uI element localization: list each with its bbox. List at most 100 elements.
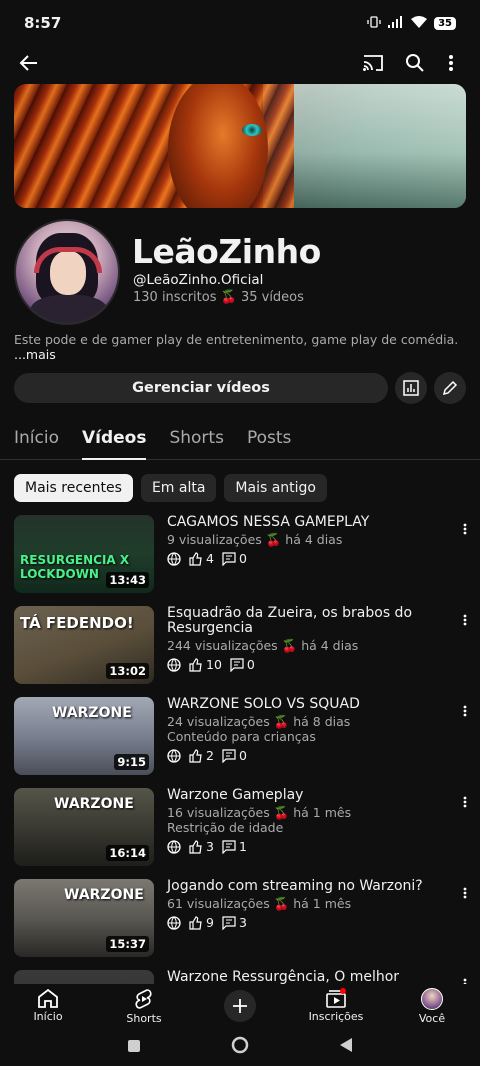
more-vert-icon xyxy=(463,523,467,535)
video-thumbnail[interactable]: RESURGENCIA X LOCKDOWN 13:43 xyxy=(14,515,154,593)
nav-create[interactable] xyxy=(200,984,280,1022)
video-list: RESURGENCIA X LOCKDOWN 13:43 CAGAMOS NES… xyxy=(0,512,480,984)
like-count: 10 xyxy=(206,657,222,672)
video-thumbnail[interactable]: WARZONE 16:14 xyxy=(14,788,154,866)
back-button[interactable] xyxy=(12,46,46,80)
video-row[interactable]: RESURGENCIA X LOCKDOWN 13:43 CAGAMOS NES… xyxy=(0,515,480,595)
you-avatar-icon xyxy=(421,988,443,1010)
video-meta: 244 visualizações 🍒 há 4 dias xyxy=(167,638,359,653)
video-menu-button[interactable] xyxy=(458,701,472,721)
status-bar: 8:57 35 xyxy=(0,0,480,46)
more-vert-icon xyxy=(463,796,467,808)
pencil-icon xyxy=(442,380,458,396)
edit-channel-button[interactable] xyxy=(434,372,466,404)
video-meta: 9 visualizações 🍒 há 4 dias xyxy=(167,532,343,547)
video-menu-button[interactable] xyxy=(458,974,472,984)
home-button[interactable] xyxy=(231,1036,249,1058)
more-vert-icon xyxy=(463,614,467,626)
video-menu-button[interactable] xyxy=(458,792,472,812)
video-info: Esquadrão da Zueira, os brabos do Resurg… xyxy=(167,606,452,673)
like-icon xyxy=(189,551,202,566)
chip-mais-antigo[interactable]: Mais antigo xyxy=(224,474,327,502)
channel-avatar[interactable] xyxy=(14,219,120,325)
video-menu-button[interactable] xyxy=(458,883,472,903)
comment-count: 3 xyxy=(238,915,247,930)
video-thumbnail[interactable] xyxy=(14,970,154,984)
chip-mais-recentes[interactable]: Mais recentes xyxy=(14,474,133,502)
video-row[interactable]: WARZONE 15:37 Jogando com streaming no W… xyxy=(0,879,480,959)
cast-icon xyxy=(363,55,383,71)
video-thumbnail[interactable]: TÁ FEDENDO! 13:02 xyxy=(14,606,154,684)
video-row[interactable]: TÁ FEDENDO! 13:02 Esquadrão da Zueira, o… xyxy=(0,606,480,686)
like-count: 9 xyxy=(206,915,214,930)
channel-tabs: Início Vídeos Shorts Posts xyxy=(0,418,480,460)
video-row[interactable]: WARZONE 9:15 WARZONE SOLO VS SQUAD 24 vi… xyxy=(0,697,480,777)
globe-icon xyxy=(167,551,181,566)
description-text: Este pode e de gamer play de entretenime… xyxy=(14,332,459,347)
video-stats: 4 0 xyxy=(167,551,452,566)
video-thumbnail[interactable]: WARZONE 9:15 xyxy=(14,697,154,775)
like-icon xyxy=(189,915,202,930)
tab-videos[interactable]: Vídeos xyxy=(81,418,147,460)
video-row[interactable]: WARZONE 16:14 Warzone Gameplay 16 visual… xyxy=(0,788,480,868)
nav-subscriptions[interactable]: Inscrições xyxy=(296,984,376,1023)
battery-icon: 35 xyxy=(434,16,456,30)
video-title[interactable]: WARZONE SOLO VS SQUAD xyxy=(167,697,452,712)
more-options-button[interactable] xyxy=(434,46,468,80)
create-icon xyxy=(233,999,247,1013)
recents-button[interactable] xyxy=(127,1038,141,1057)
channel-description[interactable]: Este pode e de gamer play de entretenime… xyxy=(14,332,466,362)
video-stats: 10 0 xyxy=(167,657,452,672)
like-icon xyxy=(189,839,202,854)
triangle-back-icon xyxy=(340,1038,352,1052)
like-icon xyxy=(189,748,202,763)
nav-you[interactable]: Você xyxy=(392,984,472,1025)
banner-lion-eye xyxy=(242,124,262,136)
video-title[interactable]: Jogando com streaming no Warzoni? xyxy=(167,879,452,894)
cast-button[interactable] xyxy=(356,46,390,80)
video-duration: 13:02 xyxy=(106,663,149,679)
video-thumbnail[interactable]: WARZONE 15:37 xyxy=(14,879,154,957)
comment-icon xyxy=(222,839,236,854)
analytics-button[interactable] xyxy=(395,372,427,404)
comment-count: 0 xyxy=(238,748,247,763)
search-icon xyxy=(406,54,424,72)
video-menu-button[interactable] xyxy=(458,519,472,539)
comment-count: 0 xyxy=(246,657,255,672)
video-title[interactable]: Esquadrão da Zueira, os brabos do Resurg… xyxy=(167,606,452,636)
thumbnail-text: TÁ FEDENDO! xyxy=(20,614,134,632)
like-count: 4 xyxy=(206,551,214,566)
search-button[interactable] xyxy=(398,46,432,80)
video-audience-flag: Conteúdo para crianças xyxy=(167,729,316,744)
thumbnail-text: WARZONE xyxy=(64,887,144,903)
create-button[interactable] xyxy=(224,990,256,1022)
comment-count: 0 xyxy=(238,551,247,566)
square-icon xyxy=(128,1039,140,1052)
globe-icon xyxy=(167,915,181,930)
back-system-button[interactable] xyxy=(339,1037,353,1057)
tab-shorts[interactable]: Shorts xyxy=(169,418,223,459)
channel-handle: @LeãoZinho.Oficial xyxy=(133,272,264,288)
video-title[interactable]: CAGAMOS NESSA GAMEPLAY xyxy=(167,515,452,530)
video-duration: 9:15 xyxy=(114,754,149,770)
video-duration: 16:14 xyxy=(106,845,149,861)
globe-icon xyxy=(167,839,181,854)
thumbnail-text: WARZONE xyxy=(54,796,134,812)
tab-posts[interactable]: Posts xyxy=(247,418,291,459)
chip-em-alta[interactable]: Em alta xyxy=(140,474,217,502)
video-title[interactable]: Warzone Gameplay xyxy=(167,788,452,803)
video-row[interactable]: Warzone Ressurgência, O melhor Squa... xyxy=(0,970,480,984)
shorts-icon xyxy=(135,989,152,1009)
nav-shorts[interactable]: Shorts xyxy=(104,984,184,1025)
more-vert-icon xyxy=(449,55,453,71)
nav-home[interactable]: Início xyxy=(8,984,88,1023)
description-more-link[interactable]: ...mais xyxy=(14,347,466,362)
manage-videos-button[interactable]: Gerenciar vídeos xyxy=(14,373,388,403)
tab-inicio[interactable]: Início xyxy=(14,418,59,459)
video-title[interactable]: Warzone Ressurgência, O melhor Squa... xyxy=(167,970,452,985)
nav-shorts-label: Shorts xyxy=(126,1012,162,1025)
channel-banner xyxy=(14,84,466,208)
video-stats: 2 0 xyxy=(167,748,452,763)
video-menu-button[interactable] xyxy=(458,610,472,630)
like-count: 3 xyxy=(206,839,214,854)
